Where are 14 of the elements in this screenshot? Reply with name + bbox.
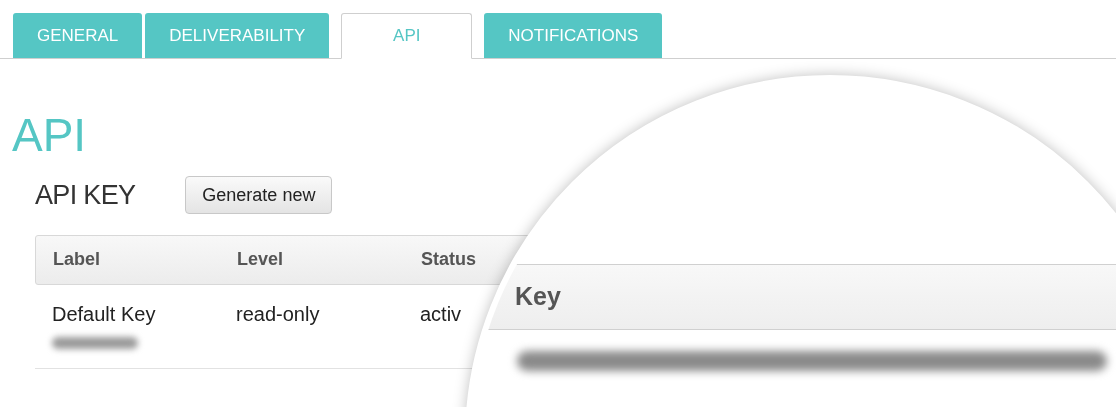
column-header: Status (421, 248, 477, 271)
tab[interactable]: API (341, 13, 473, 59)
table-cell-text: read-only (236, 301, 321, 327)
column-header: Label (53, 248, 101, 271)
table-cell-text: Default Key (52, 301, 157, 327)
table-cell-text: activ (420, 301, 462, 327)
tab[interactable]: GENERAL (13, 13, 143, 58)
tab[interactable]: DELIVERABILITY (145, 13, 330, 58)
tab[interactable]: NOTIFICATIONS (484, 13, 663, 58)
generate-new-button[interactable]: Generate new (185, 176, 333, 215)
column-header: Level (237, 248, 285, 271)
page-heading: API (12, 109, 88, 161)
column-header: Key (515, 281, 561, 313)
section-title: API KEY (35, 179, 136, 212)
